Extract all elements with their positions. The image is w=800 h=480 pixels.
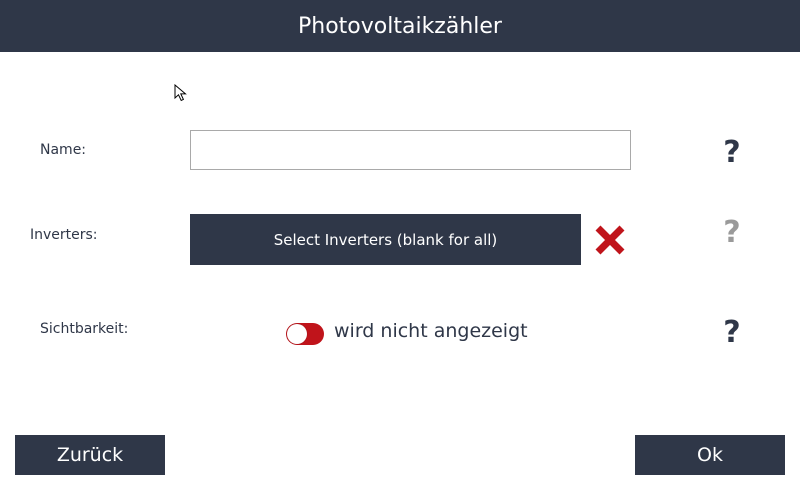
visibility-help-icon[interactable]: ? [720,318,744,348]
visibility-toggle[interactable] [286,323,324,345]
name-input[interactable] [190,130,631,170]
name-label: Name: [40,142,87,158]
title-bar: Photovoltaikzähler [0,0,800,52]
close-icon[interactable] [592,222,628,258]
visibility-label: Sichtbarkeit: [40,321,129,337]
toggle-knob [287,324,307,344]
page-title: Photovoltaikzähler [298,13,502,39]
name-help-icon[interactable]: ? [720,138,744,168]
inverters-label: Inverters: [30,227,98,243]
inverters-help-icon[interactable]: ? [720,218,744,248]
ok-button[interactable]: Ok [635,435,785,475]
select-inverters-button[interactable]: Select Inverters (blank for all) [190,214,581,265]
visibility-status-text: wird nicht angezeigt [334,320,528,342]
photovoltaic-meter-dialog: Photovoltaikzähler Name: ? Inverters: Se… [0,0,800,480]
mouse-pointer-icon [174,84,187,102]
back-button[interactable]: Zurück [15,435,165,475]
